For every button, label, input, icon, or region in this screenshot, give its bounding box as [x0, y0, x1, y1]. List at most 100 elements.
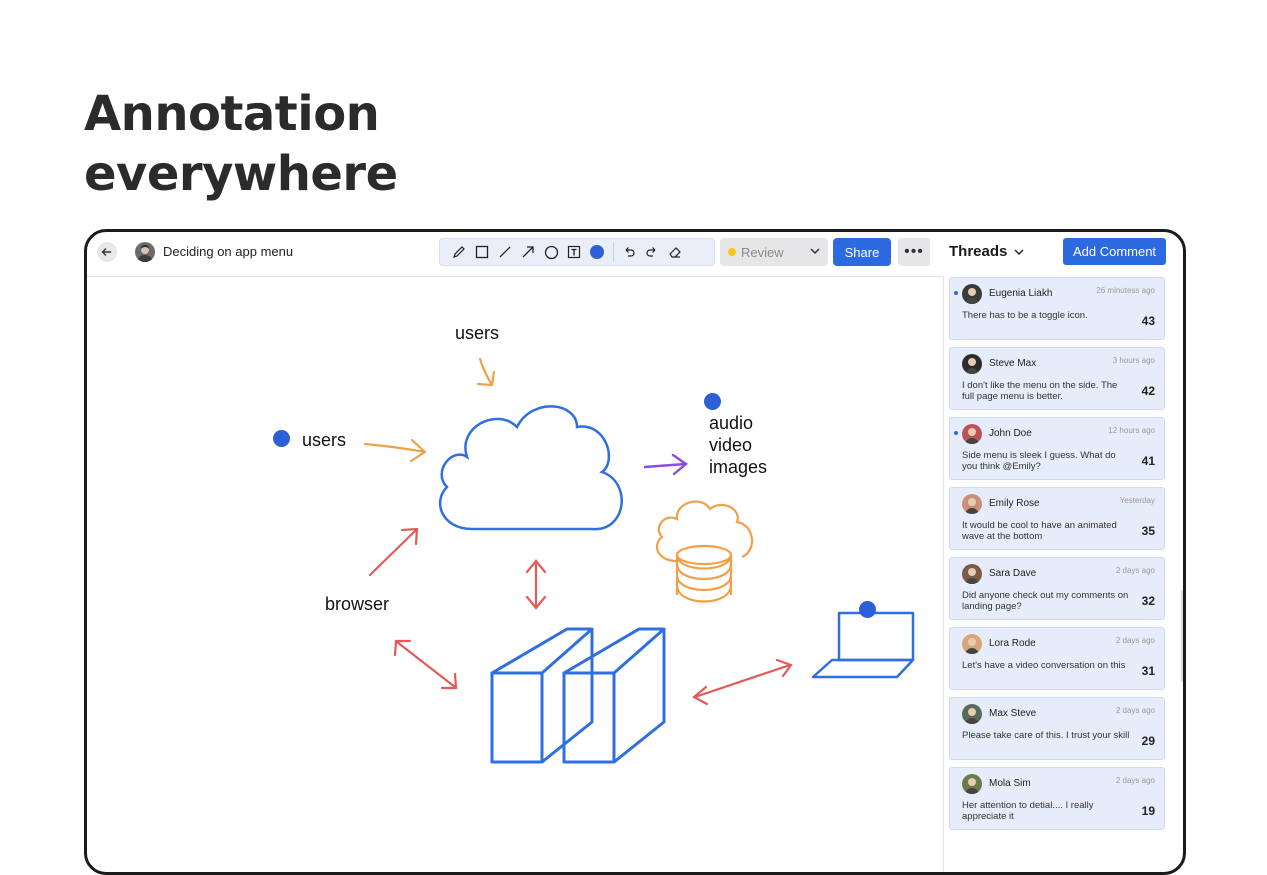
circle-tool[interactable] [540, 241, 562, 263]
undo-button[interactable] [618, 241, 640, 263]
line-tool[interactable] [494, 241, 516, 263]
redo-button[interactable] [641, 241, 663, 263]
app-window: Deciding on app menu Review Share ••• Th… [84, 229, 1186, 875]
thread-message: There has to be a toggle icon. [962, 310, 1088, 321]
redo-icon [646, 247, 656, 257]
thread-author: John Doe [989, 428, 1032, 439]
sketch-label-audio: audio [709, 413, 754, 433]
chevron-down-icon [1014, 248, 1024, 255]
thread-author: Emily Rose [989, 498, 1040, 509]
more-options-button[interactable]: ••• [898, 238, 930, 266]
undo-icon [625, 247, 635, 257]
thread-time: 26 minutess ago [1096, 286, 1155, 295]
arrow-cloud-server [525, 559, 547, 610]
threads-dropdown[interactable]: Threads [949, 243, 1025, 260]
hero-title-line2: everywhere [84, 146, 398, 202]
thread-author: Eugenia Liakh [989, 288, 1053, 299]
thread-message: I don't like the menu on the side. The f… [962, 380, 1118, 402]
sketch-label-video: video [709, 435, 753, 455]
thread-message: Her attention to detial.... I really app… [962, 800, 1094, 822]
thread-card[interactable]: Mola Sim 2 days ago Her attention to detia… [949, 767, 1165, 830]
threads-panel: Eugenia Liakh 26 minutess ago There has to… [949, 277, 1165, 872]
thread-author: Max Steve [989, 708, 1037, 719]
hero-title-line1: Annotation [84, 86, 380, 142]
server-boxes [490, 627, 666, 764]
arrow-tool[interactable] [517, 241, 539, 263]
database-stack [675, 544, 733, 603]
avatar [962, 564, 982, 584]
thread-message: Did anyone check out my comments on land… [962, 590, 1129, 612]
eraser-button[interactable] [664, 241, 686, 263]
thread-author: Steve Max [989, 358, 1037, 369]
avatar[interactable] [135, 242, 155, 262]
thread-card[interactable]: Lora Rode 2 days ago Let's have a video co… [949, 627, 1165, 690]
comment-pin[interactable] [704, 393, 721, 410]
sketch-label-users-left: users [302, 430, 347, 450]
thread-card[interactable]: John Doe 12 hours ago Side menu is sleek I… [949, 417, 1165, 480]
thread-count: 29 [1141, 734, 1155, 748]
square-icon [475, 245, 489, 259]
circle-icon [544, 245, 558, 259]
thread-count: 19 [1141, 804, 1155, 818]
thread-time: 2 days ago [1115, 706, 1155, 715]
arrow-users-left [363, 438, 427, 463]
thread-card[interactable]: Max Steve 2 days ago Please take care of t… [949, 697, 1165, 760]
arrow-browser-server [393, 639, 458, 690]
color-swatch [590, 245, 604, 259]
thread-count: 32 [1141, 594, 1155, 608]
chevron-down-icon [810, 248, 820, 255]
status-dropdown[interactable]: Review [720, 238, 828, 266]
thread-author: Mola Sim [989, 778, 1031, 789]
back-button[interactable] [97, 242, 117, 262]
sketch-drawing [363, 357, 915, 764]
thread-message: Side menu is sleek I guess. What do you … [962, 450, 1116, 472]
unread-indicator [954, 291, 958, 295]
thread-count: 31 [1141, 664, 1155, 678]
arrow-icon [522, 246, 534, 258]
sketch-label-browser: browser [325, 594, 390, 614]
pencil-tool[interactable] [448, 241, 470, 263]
avatar [962, 494, 982, 514]
thread-count: 41 [1141, 454, 1155, 468]
unread-indicator [954, 431, 958, 435]
thread-card[interactable]: Sara Dave 2 days ago Did anyone check out … [949, 557, 1165, 620]
color-picker[interactable] [586, 241, 608, 263]
thread-author: Sara Dave [989, 568, 1037, 579]
eraser-icon [669, 247, 681, 258]
arrow-users-top [476, 357, 496, 387]
threads-scrollbar[interactable] [1181, 590, 1183, 682]
comment-pin[interactable] [273, 430, 290, 447]
toolbar-divider [613, 242, 614, 262]
threads-header: Threads [949, 243, 1008, 260]
thread-time: 2 days ago [1115, 566, 1155, 575]
share-button[interactable]: Share [833, 238, 891, 266]
arrow-to-media [643, 453, 688, 476]
avatar [962, 354, 982, 374]
laptop-sketch [811, 611, 915, 679]
rectangle-tool[interactable] [471, 241, 493, 263]
arrow-server-laptop [692, 658, 793, 706]
thread-card[interactable]: Eugenia Liakh 26 minutess ago There has to… [949, 277, 1165, 340]
whiteboard-canvas[interactable]: users users audio video images browser [87, 276, 944, 872]
arrow-browser-cloud [368, 527, 419, 577]
line-icon [499, 246, 511, 258]
database-cloud [655, 500, 753, 563]
thread-card[interactable]: Steve Max 3 hours ago I don't like the men… [949, 347, 1165, 410]
arrow-left-icon [101, 248, 111, 256]
thread-time: 12 hours ago [1108, 426, 1155, 435]
drawing-toolbar [439, 238, 715, 266]
text-tool[interactable] [563, 241, 585, 263]
avatar [962, 704, 982, 724]
avatar [962, 774, 982, 794]
avatar [962, 284, 982, 304]
avatar [962, 634, 982, 654]
thread-card[interactable]: Emily Rose Yesterday It would be cool to h… [949, 487, 1165, 550]
status-dot [728, 248, 736, 256]
pencil-icon [453, 246, 465, 258]
thread-message: Let's have a video conversation on this [962, 660, 1126, 671]
status-value: Review [741, 244, 784, 260]
thread-message: Please take care of this. I trust your s… [962, 730, 1130, 741]
text-icon [567, 245, 581, 259]
add-comment-button[interactable]: Add Comment [1063, 238, 1166, 265]
comment-pin[interactable] [859, 601, 876, 618]
